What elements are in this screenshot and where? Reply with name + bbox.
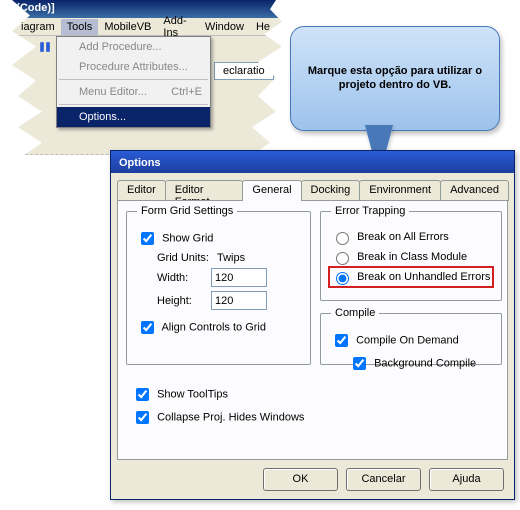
radio-break-unhandled[interactable]: Break on Unhandled Errors xyxy=(331,269,491,285)
grid-units-row: Grid Units: Twips xyxy=(157,252,300,264)
group-error-trapping-legend: Error Trapping xyxy=(331,205,409,217)
tab-editor-format[interactable]: Editor Format xyxy=(165,180,244,201)
check-collapse-proj[interactable]: Collapse Proj. Hides Windows xyxy=(132,408,304,427)
group-compile-legend: Compile xyxy=(331,307,379,319)
check-compile-on-demand-input[interactable] xyxy=(335,334,348,347)
dialog-button-row: OK Cancelar Ajuda xyxy=(263,468,504,491)
check-align-controls-input[interactable] xyxy=(141,321,154,334)
tab-panel-general: Form Grid Settings Show Grid Grid Units:… xyxy=(117,200,508,460)
menu-separator xyxy=(59,79,208,80)
tab-docking[interactable]: Docking xyxy=(301,180,361,201)
check-show-grid-input[interactable] xyxy=(141,232,154,245)
window-title: s (Code)] xyxy=(7,2,55,14)
callout-text: Marque esta opção para utilizar o projet… xyxy=(305,65,485,93)
height-input[interactable] xyxy=(211,291,267,310)
menu-options[interactable]: Options... xyxy=(57,107,210,127)
menubar: iagram Tools MobileVB Add-Ins Window He xyxy=(11,18,280,36)
lower-checks: Show ToolTips Collapse Proj. Hides Windo… xyxy=(132,381,304,431)
options-dialog: Options Editor Editor Format General Doc… xyxy=(110,150,515,500)
group-form-grid-legend: Form Grid Settings xyxy=(137,205,237,217)
check-align-controls[interactable]: Align Controls to Grid xyxy=(137,318,300,337)
menu-item-diagram[interactable]: iagram xyxy=(15,19,61,35)
group-compile: Compile Compile On Demand Background Com… xyxy=(320,307,502,365)
height-label: Height: xyxy=(157,295,203,307)
check-compile-on-demand[interactable]: Compile On Demand xyxy=(331,331,491,350)
dialog-titlebar: Options xyxy=(111,151,514,173)
window-titlebar: s (Code)] xyxy=(1,0,280,18)
menu-item-help[interactable]: He xyxy=(250,19,276,35)
tab-environment[interactable]: Environment xyxy=(359,180,441,201)
check-show-tooltips[interactable]: Show ToolTips xyxy=(132,385,304,404)
help-button[interactable]: Ajuda xyxy=(429,468,504,491)
background-fragment: s (Code)] iagram Tools MobileVB Add-Ins … xyxy=(0,0,300,155)
annotation-callout: Marque esta opção para utilizar o projet… xyxy=(290,26,500,131)
check-collapse-proj-input[interactable] xyxy=(136,411,149,424)
group-form-grid: Form Grid Settings Show Grid Grid Units:… xyxy=(126,205,311,365)
radio-break-class-module-input[interactable] xyxy=(336,252,349,265)
declarations-label: eclaratio xyxy=(223,65,265,77)
declarations-dropdown[interactable]: eclaratio xyxy=(214,62,274,80)
grid-units-label: Grid Units: xyxy=(157,252,209,264)
tools-dropdown: Add Procedure... Procedure Attributes...… xyxy=(56,36,211,128)
tab-strip: Editor Editor Format General Docking Env… xyxy=(117,179,508,200)
check-background-compile-input[interactable] xyxy=(353,357,366,370)
toolbar xyxy=(11,36,51,58)
radio-break-unhandled-input[interactable] xyxy=(336,272,349,285)
tab-advanced[interactable]: Advanced xyxy=(440,180,509,201)
check-show-tooltips-input[interactable] xyxy=(136,388,149,401)
check-background-compile[interactable]: Background Compile xyxy=(349,354,491,373)
menu-add-procedure: Add Procedure... xyxy=(57,37,210,57)
ok-button[interactable]: OK xyxy=(263,468,338,491)
pause-icon[interactable] xyxy=(39,41,51,53)
menu-separator-2 xyxy=(59,104,208,105)
group-error-trapping: Error Trapping Break on All Errors Break… xyxy=(320,205,502,301)
radio-break-all-errors-input[interactable] xyxy=(336,232,349,245)
radio-break-all-errors[interactable]: Break on All Errors xyxy=(331,229,491,245)
grid-units-value: Twips xyxy=(217,252,245,264)
play-icon[interactable] xyxy=(19,41,31,53)
menu-procedure-attributes: Procedure Attributes... xyxy=(57,57,210,77)
radio-break-class-module[interactable]: Break in Class Module xyxy=(331,249,491,265)
menu-editor: Menu Editor... Ctrl+E xyxy=(57,82,210,102)
check-show-grid[interactable]: Show Grid xyxy=(137,229,300,248)
tab-editor[interactable]: Editor xyxy=(117,180,166,201)
width-input[interactable] xyxy=(211,268,267,287)
dialog-title: Options xyxy=(119,157,161,169)
menu-item-tools[interactable]: Tools xyxy=(61,19,99,35)
menu-item-window[interactable]: Window xyxy=(199,19,250,35)
tab-general[interactable]: General xyxy=(242,180,301,201)
width-label: Width: xyxy=(157,272,203,284)
menu-item-mobilevb[interactable]: MobileVB xyxy=(98,19,157,35)
cancel-button[interactable]: Cancelar xyxy=(346,468,421,491)
